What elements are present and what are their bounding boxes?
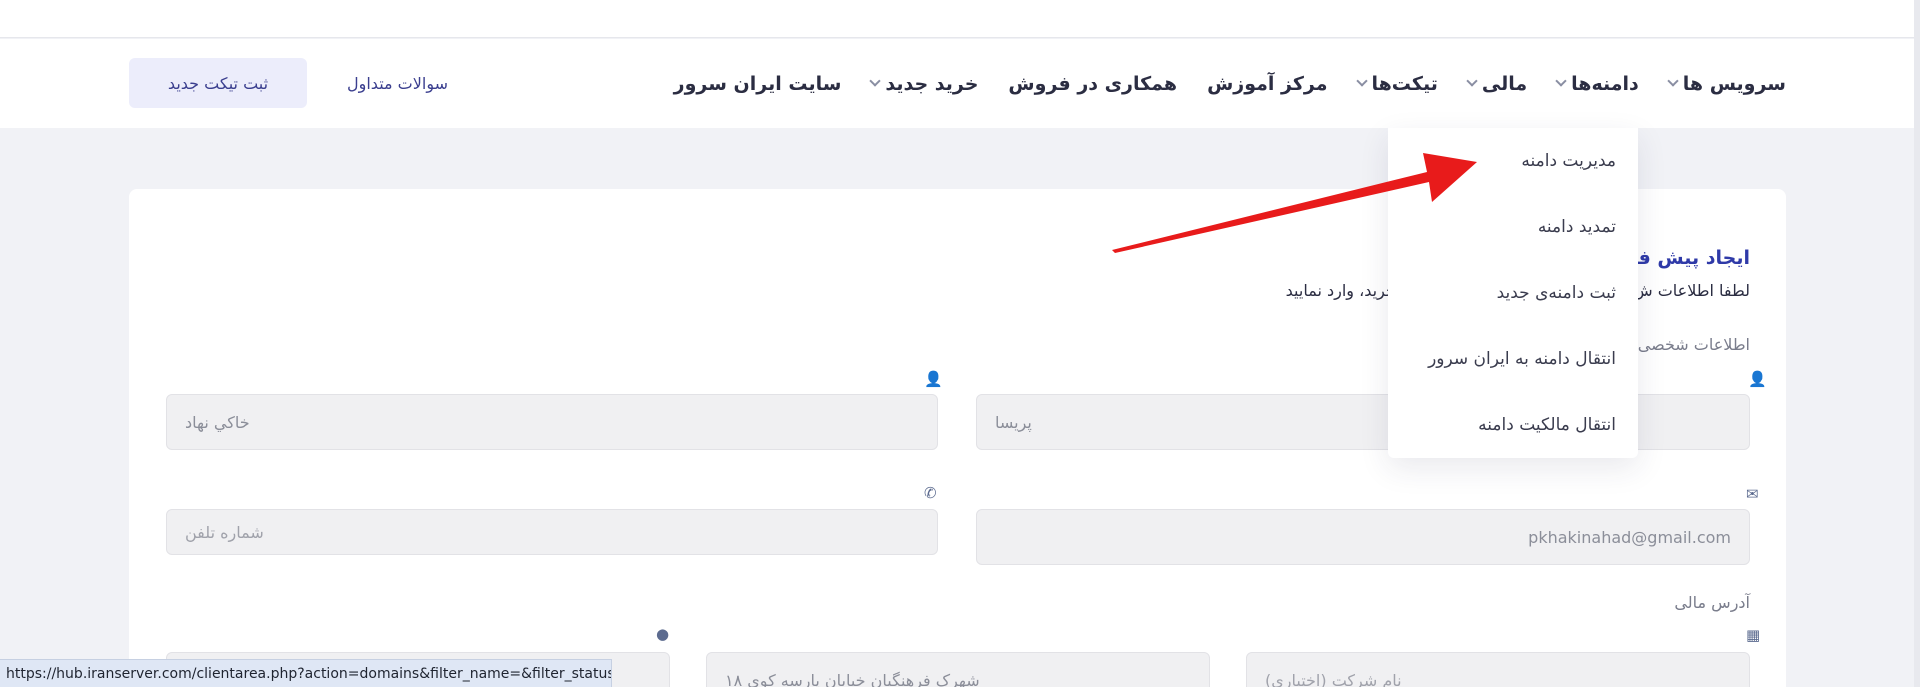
phone-field[interactable]: شماره تلفن bbox=[166, 509, 938, 555]
dropdown-item-transfer-domain[interactable]: انتقال دامنه به ایران سرور bbox=[1388, 326, 1638, 392]
new-ticket-button[interactable]: ثبت تیکت جدید bbox=[129, 58, 307, 108]
chevron-down-icon bbox=[1355, 75, 1368, 87]
nav-menu: سرویس ها دامنه‌ها مالی تیکت‌ها مرکز آموز… bbox=[674, 39, 1786, 128]
company-field[interactable]: نام شرکت (اختیاری) bbox=[1246, 652, 1750, 687]
map-marker-icon: ● bbox=[656, 625, 670, 643]
billing-address-label: آدرس مالی bbox=[1674, 593, 1750, 612]
nav-item-main-site[interactable]: سایت ایران سرور bbox=[674, 73, 842, 95]
dropdown-item-manage-domains[interactable]: مدیریت دامنه bbox=[1388, 128, 1638, 194]
nav-item-domains[interactable]: دامنه‌ها bbox=[1555, 72, 1639, 95]
dropdown-item-renew-domain[interactable]: تمدید دامنه bbox=[1388, 194, 1638, 260]
email-field[interactable]: pkhakinahad@gmail.com bbox=[976, 509, 1750, 565]
scrollbar[interactable] bbox=[1914, 0, 1920, 687]
nav-item-label: دامنه‌ها bbox=[1571, 72, 1639, 95]
user-icon: 👤 bbox=[1748, 370, 1767, 388]
nav-item-tickets[interactable]: تیکت‌ها bbox=[1355, 72, 1438, 95]
chevron-down-icon bbox=[1555, 75, 1567, 87]
envelope-icon: ✉ bbox=[1746, 485, 1759, 503]
user-icon: 👤 bbox=[924, 370, 943, 388]
browser-status-url: https://hub.iranserver.com/clientarea.ph… bbox=[0, 659, 612, 687]
phone-icon: ✆ bbox=[924, 484, 937, 502]
nav-item-label: سایت ایران سرور bbox=[673, 72, 842, 95]
dropdown-item-ownership-transfer[interactable]: انتقال مالکیت دامنه bbox=[1388, 392, 1638, 458]
subtitle-part-right: لطفا اطلاعات ش bbox=[1633, 281, 1750, 300]
nav-actions: ثبت تیکت جدید سوالات متداول bbox=[129, 58, 448, 108]
nav-item-learning[interactable]: مرکز آموزش bbox=[1207, 73, 1327, 95]
nav-item-services[interactable]: سرویس ها bbox=[1667, 72, 1786, 95]
nav-item-affiliate[interactable]: همکاری در فروش bbox=[1008, 73, 1177, 95]
chevron-down-icon bbox=[1466, 75, 1478, 87]
nav-item-label: تیکت‌ها bbox=[1371, 72, 1438, 95]
personal-info-label: اطلاعات شخصی bbox=[1637, 335, 1750, 354]
nav-item-label: مرکز آموزش bbox=[1207, 72, 1328, 95]
nav-item-label: خرید جدید bbox=[885, 72, 979, 95]
nav-item-label: مالی bbox=[1481, 72, 1528, 95]
nav-item-label: همکاری در فروش bbox=[1008, 72, 1178, 95]
dropdown-item-register-domain[interactable]: ثبت دامنه‌ی جدید bbox=[1388, 260, 1638, 326]
browser-top-strip bbox=[0, 0, 1920, 38]
main-navbar: سرویس ها دامنه‌ها مالی تیکت‌ها مرکز آموز… bbox=[0, 39, 1920, 128]
page-title: ایجاد پیش فا bbox=[1631, 247, 1750, 269]
faq-link[interactable]: سوالات متداول bbox=[347, 74, 448, 93]
nav-item-billing[interactable]: مالی bbox=[1466, 72, 1528, 95]
nav-item-new-order[interactable]: خرید جدید bbox=[869, 72, 979, 95]
domains-dropdown-menu: مدیریت دامنه تمدید دامنه ثبت دامنه‌ی جدی… bbox=[1388, 128, 1638, 458]
building-icon: ▦ bbox=[1746, 626, 1761, 644]
chevron-down-icon bbox=[869, 75, 882, 87]
nav-item-label: سرویس ها bbox=[1682, 72, 1786, 95]
chevron-down-icon bbox=[1667, 75, 1679, 87]
address-field[interactable]: شهرک فرهنگیان خیابان پارسه کوی ۱۸ bbox=[706, 652, 1210, 687]
last-name-field[interactable]: خاکي نهاد bbox=[166, 394, 938, 450]
